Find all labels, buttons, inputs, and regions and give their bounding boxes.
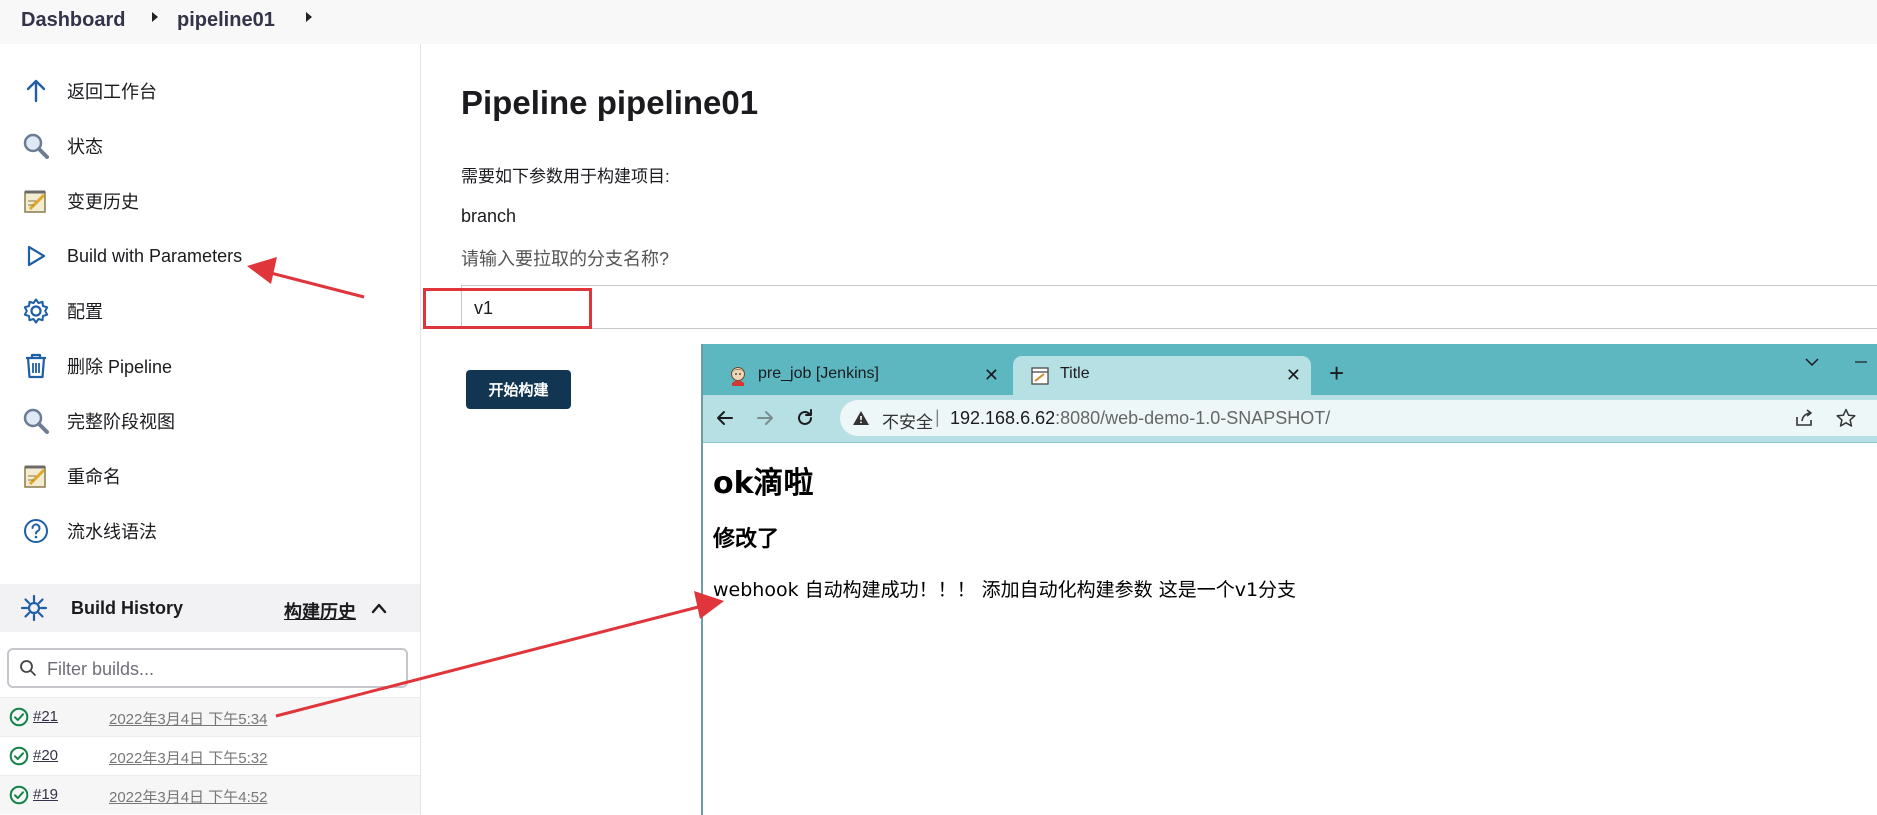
tab-label: Title [1060, 365, 1090, 382]
sidebar-item-label: 流水线语法 [67, 522, 157, 542]
filter-builds-box [7, 648, 408, 688]
filter-builds-input[interactable] [45, 656, 399, 682]
build-history-header: Build History 构建历史 [0, 584, 420, 632]
jenkins-icon [728, 366, 748, 386]
chevron-up-icon[interactable] [371, 601, 387, 619]
parameter-description: 请输入要拉取的分支名称? [461, 249, 670, 269]
sidebar-item-pipeline-syntax[interactable]: 流水线语法 [20, 508, 410, 554]
browser-toolbar: 不安全 | 192.168.6.62:8080/web-demo-1.0-SNA… [703, 395, 1877, 443]
magnifier-icon [20, 405, 52, 437]
branch-field-wrapper [461, 285, 1877, 329]
trash-icon [20, 350, 52, 382]
sidebar-item-label: Build with Parameters [67, 245, 243, 266]
build-date-link[interactable]: 2022年3月4日 下午5:34 [109, 708, 267, 729]
breadcrumb-chevron-icon[interactable] [152, 12, 158, 22]
back-arrow-icon[interactable] [711, 404, 739, 432]
share-icon[interactable] [1794, 408, 1816, 428]
page-icon [1030, 366, 1050, 386]
breadcrumb: Dashboard pipeline01 [0, 0, 1877, 44]
build-row: #19 2022年3月4日 下午4:52 [0, 775, 420, 814]
parameter-name: branch [461, 206, 517, 226]
tab-pre-job-jenkins[interactable]: pre_job [Jenkins] ✕ [711, 356, 1009, 395]
build-row: #21 2022年3月4日 下午5:34 [0, 697, 420, 736]
sidebar-item-label: 状态 [67, 137, 103, 157]
sidebar-item-delete-pipeline[interactable]: 删除 Pipeline [20, 343, 410, 389]
minimize-icon[interactable] [1854, 354, 1868, 372]
webpage-subheading: 修改了 [713, 527, 780, 552]
warning-triangle-icon[interactable] [852, 409, 870, 427]
address-path: :8080/web-demo-1.0-SNAPSHOT/ [1055, 408, 1331, 428]
breadcrumb-pipeline01[interactable]: pipeline01 [177, 9, 275, 32]
build-history-title: Build History [71, 598, 184, 618]
success-check-icon [9, 785, 29, 805]
help-icon [20, 515, 52, 547]
form-description: 需要如下参数用于构建项目: [461, 167, 670, 186]
address-url[interactable]: 192.168.6.62:8080/web-demo-1.0-SNAPSHOT/ [950, 408, 1330, 429]
arrow-up-icon [20, 75, 52, 107]
address-host: 192.168.6.62 [950, 408, 1056, 428]
close-icon[interactable]: ✕ [984, 365, 999, 386]
page-title: Pipeline pipeline01 [461, 84, 759, 121]
build-row: #20 2022年3月4日 下午5:32 [0, 736, 420, 775]
sidebar-item-rename[interactable]: 重命名 [20, 453, 410, 499]
reload-icon[interactable] [791, 404, 819, 432]
browser-window: pre_job [Jenkins] ✕ Title ✕ + 不安全 | 192.… [701, 344, 1877, 815]
new-tab-plus-icon[interactable]: + [1329, 358, 1344, 389]
close-icon[interactable]: ✕ [1286, 365, 1301, 386]
sidebar-item-label: 返回工作台 [67, 82, 157, 102]
start-build-button[interactable]: 开始构建 [466, 370, 571, 409]
play-icon [20, 240, 52, 272]
sidebar-item-build-with-parameters[interactable]: Build with Parameters [20, 233, 410, 279]
magnifier-icon [20, 130, 52, 162]
notepad-icon [20, 460, 52, 492]
build-number-link[interactable]: #20 [33, 747, 58, 764]
tab-strip: pre_job [Jenkins] ✕ Title ✕ + [703, 344, 1877, 395]
address-bar[interactable]: 不安全 | 192.168.6.62:8080/web-demo-1.0-SNA… [840, 400, 1877, 436]
sidebar-item-back-to-dashboard[interactable]: 返回工作台 [20, 68, 410, 114]
address-separator: | [935, 407, 940, 427]
success-check-icon [9, 746, 29, 766]
success-check-icon [9, 707, 29, 727]
tab-title[interactable]: Title ✕ [1013, 356, 1311, 395]
build-date-link[interactable]: 2022年3月4日 下午5:32 [109, 747, 267, 768]
tab-label: pre_job [Jenkins] [758, 365, 879, 382]
notepad-icon [20, 185, 52, 217]
sidebar-item-label: 配置 [67, 302, 103, 322]
build-number-link[interactable]: #19 [33, 786, 58, 803]
breadcrumb-dashboard[interactable]: Dashboard [21, 9, 125, 32]
build-history-trend-link[interactable]: 构建历史 [284, 598, 356, 624]
build-history-icon [20, 594, 48, 627]
breadcrumb-chevron-icon[interactable] [306, 12, 312, 22]
build-number-link[interactable]: #21 [33, 708, 58, 725]
forward-arrow-icon[interactable] [751, 404, 779, 432]
sidebar-item-label: 变更历史 [67, 192, 139, 212]
sidebar-item-label: 重命名 [67, 467, 121, 487]
gear-icon [20, 295, 52, 327]
sidebar-item-full-stage-view[interactable]: 完整阶段视图 [20, 398, 410, 444]
annotation-highlight-box [423, 288, 592, 329]
sidebar-item-status[interactable]: 状态 [20, 123, 410, 169]
sidebar-item-label: 删除 Pipeline [67, 357, 173, 377]
tab-search-chevron-icon[interactable] [1805, 354, 1819, 372]
webpage-text: webhook 自动构建成功！！！ 添加自动化构建参数 这是一个v1分支 [713, 579, 1297, 601]
sidebar-divider [420, 44, 421, 815]
sidebar-item-configure[interactable]: 配置 [20, 288, 410, 334]
not-secure-label[interactable]: 不安全 [882, 408, 933, 433]
sidebar-item-changes[interactable]: 变更历史 [20, 178, 410, 224]
webpage-heading: ok滴啦 [713, 466, 814, 501]
build-date-link[interactable]: 2022年3月4日 下午4:52 [109, 786, 267, 807]
search-icon [19, 659, 37, 682]
bookmark-star-icon[interactable] [1835, 407, 1857, 429]
sidebar-item-label: 完整阶段视图 [67, 412, 175, 432]
